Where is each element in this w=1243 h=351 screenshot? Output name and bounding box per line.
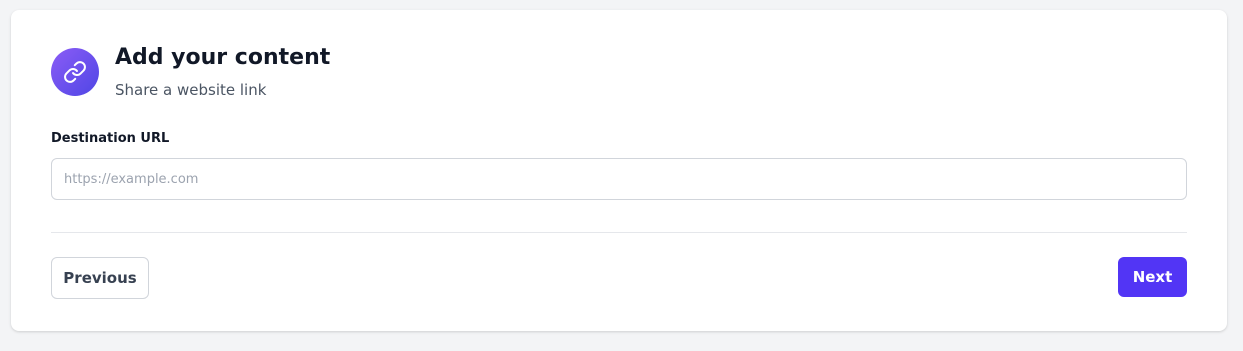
previous-button[interactable]: Previous (51, 257, 149, 299)
page-subtitle: Share a website link (115, 81, 267, 99)
page-title: Add your content (115, 45, 331, 70)
divider (51, 232, 1187, 233)
destination-url-label: Destination URL (51, 131, 170, 146)
destination-url-input[interactable] (51, 158, 1187, 200)
next-button[interactable]: Next (1118, 257, 1187, 297)
content-card: Add your content Share a website link De… (11, 10, 1227, 331)
link-icon (51, 48, 99, 96)
